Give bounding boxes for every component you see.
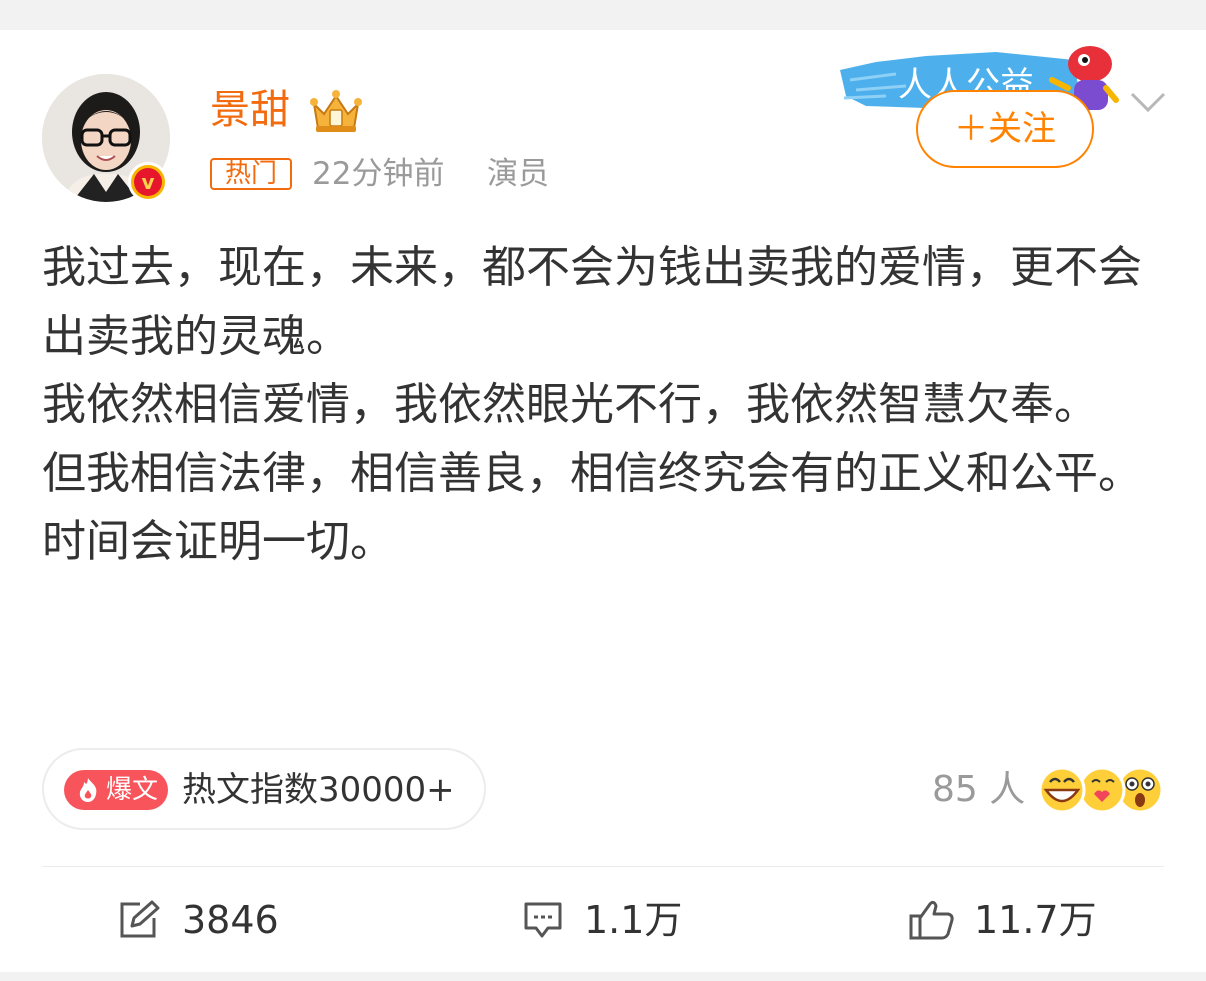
post-time: 22分钟前 (312, 156, 445, 192)
action-divider (42, 866, 1164, 867)
like-button[interactable]: 11.7万 (908, 894, 1108, 946)
like-count: 11.7万 (974, 898, 1097, 942)
comment-count: 1.1万 (584, 898, 683, 942)
top-separator (0, 0, 1206, 30)
comment-icon (524, 902, 562, 938)
post-line: 我过去，现在，未来，都不会为钱出卖我的爱情，更不会出卖我的灵魂。 (42, 242, 1142, 362)
reaction-count[interactable]: 85 人 (932, 766, 1025, 814)
follow-button[interactable]: ＋关注 (916, 90, 1094, 168)
bottom-separator (0, 972, 1206, 981)
hot-article-pill[interactable]: 爆文 热文指数30000+ (42, 748, 486, 830)
verified-v-mark: v (134, 168, 162, 196)
crown-icon (310, 90, 362, 132)
hot-article-badge: 爆文 (64, 770, 168, 810)
repost-count: 3846 (182, 898, 279, 942)
hot-article-index: 热文指数30000+ (182, 770, 455, 810)
hot-tag: 热门 (210, 158, 292, 190)
post-body: 我过去，现在，未来，都不会为钱出卖我的爱情，更不会出卖我的灵魂。 我依然相信爱情… (42, 234, 1162, 577)
hot-article-badge-label: 爆文 (106, 775, 159, 805)
comment-button[interactable]: 1.1万 (522, 894, 702, 946)
post-line: 我依然相信爱情，我依然眼光不行，我依然智慧欠奉。 (42, 379, 1098, 430)
post-line: 但我相信法律，相信善良，相信终究会有的正义和公平。 (42, 447, 1142, 499)
thumbs-up-icon (909, 900, 954, 940)
flame-icon (79, 778, 97, 802)
verified-v-icon: v (128, 162, 168, 202)
post-line: 时间会证明一切。 (42, 516, 394, 567)
user-role: 演员 (487, 156, 549, 192)
love-emoji-icon (1078, 766, 1126, 814)
reaction-emojis[interactable] (1036, 764, 1166, 816)
repost-button[interactable]: 3846 (118, 894, 298, 946)
repost-icon (120, 900, 160, 938)
laugh-emoji-icon (1038, 766, 1086, 814)
chevron-down-icon[interactable] (1128, 88, 1168, 116)
username[interactable]: 景甜 (210, 86, 290, 134)
